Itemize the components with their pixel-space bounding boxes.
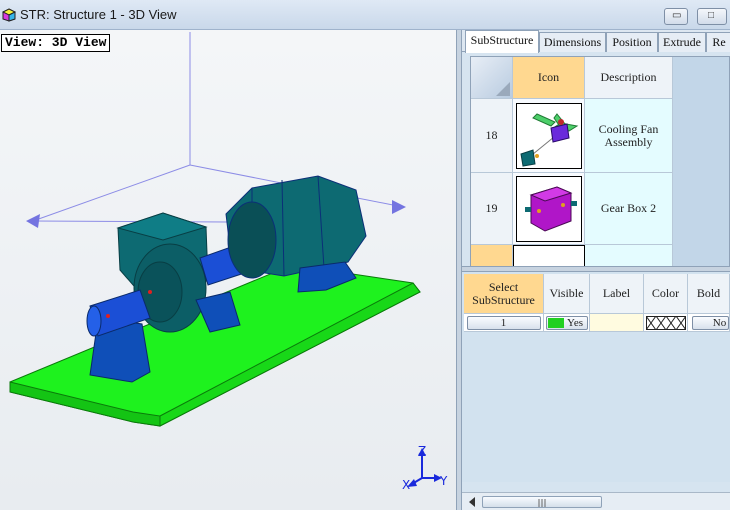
horizontal-scrollbar[interactable] <box>462 492 730 510</box>
column-header-select-substructure[interactable]: Select SubStructure <box>464 274 544 314</box>
column-header-description[interactable]: Description <box>585 57 673 99</box>
substructure-properties-grid: Select SubStructure Visible Label Color … <box>462 272 730 482</box>
column-header-color[interactable]: Color <box>644 274 688 314</box>
app-cube-icon <box>2 8 16 22</box>
title-bar: STR: Structure 1 - 3D View ▭ □ <box>0 0 730 30</box>
maximize-icon: □ <box>708 10 715 21</box>
icon-cell-19[interactable] <box>513 173 585 245</box>
select-substructure-button[interactable]: 1 <box>466 315 541 330</box>
scrollbar-thumb[interactable] <box>482 496 602 508</box>
column-header-bold[interactable]: Bold <box>688 274 730 314</box>
minimize-button[interactable]: ▭ <box>664 8 688 25</box>
corner-header[interactable] <box>471 57 513 99</box>
axis-label-x: X <box>402 478 411 492</box>
description-line-2: Assembly <box>604 134 653 149</box>
visible-cell[interactable]: Yes <box>544 314 590 332</box>
row-header-19[interactable]: 19 <box>471 173 513 245</box>
tab-dimensions[interactable]: Dimensions <box>539 32 606 52</box>
tab-strip: SubStructure Dimensions Position Extrude… <box>462 30 730 53</box>
bold-toggle-button[interactable]: No <box>692 315 729 330</box>
visible-value: Yes <box>567 316 584 329</box>
color-swatch-icon <box>645 315 686 330</box>
axis-label-z: Z <box>418 444 427 458</box>
color-cell[interactable] <box>644 314 688 332</box>
column-header-label[interactable]: Label <box>590 274 644 314</box>
grip-icon <box>538 499 546 507</box>
axis-arrow-left <box>26 214 40 228</box>
description-cell-19[interactable]: Gear Box 2 <box>585 173 673 245</box>
bold-cell[interactable]: No <box>688 314 730 332</box>
visible-indicator <box>548 317 564 328</box>
axis-label-y: Y <box>440 474 448 488</box>
select-all-icon <box>496 82 510 96</box>
properties-panel: SubStructure Dimensions Position Extrude… <box>462 30 730 510</box>
description-line-1: Cooling Fan <box>598 121 659 136</box>
visible-toggle-button[interactable]: Yes <box>546 315 588 330</box>
description-cell-18[interactable]: Cooling Fan Assembly <box>585 99 673 173</box>
column-header-visible[interactable]: Visible <box>544 274 590 314</box>
axis-arrow-right <box>392 200 406 214</box>
tab-substructure[interactable]: SubStructure <box>465 30 539 53</box>
fan-drum-opening <box>227 201 277 279</box>
cooling-fan-thumbnail <box>515 102 582 169</box>
select-cell[interactable]: 1 <box>464 314 544 332</box>
select-header-line-2: SubStructure <box>472 292 535 307</box>
minimize-icon: ▭ <box>672 10 682 21</box>
label-cell[interactable] <box>590 314 644 332</box>
tab-extrude[interactable]: Extrude <box>658 32 706 52</box>
window-title: STR: Structure 1 - 3D View <box>20 7 177 22</box>
row-header-18[interactable]: 18 <box>471 99 513 173</box>
scroll-left-icon[interactable] <box>466 495 478 509</box>
3d-viewport[interactable]: View: 3D View Z X Y <box>0 30 456 510</box>
substructure-icon-grid: Icon Description 18 Cooling Fan Assembly… <box>470 56 730 288</box>
bolt <box>106 314 110 318</box>
column-header-icon[interactable]: Icon <box>513 57 585 99</box>
icon-cell-18[interactable] <box>513 99 585 173</box>
tab-position[interactable]: Position <box>606 32 658 52</box>
select-header-line-1: Select <box>488 279 519 294</box>
tab-overflow[interactable]: Re <box>706 32 730 52</box>
structure-3d-model[interactable] <box>0 30 456 510</box>
maximize-button[interactable]: □ <box>697 8 727 25</box>
gear-box-thumbnail <box>515 175 582 242</box>
